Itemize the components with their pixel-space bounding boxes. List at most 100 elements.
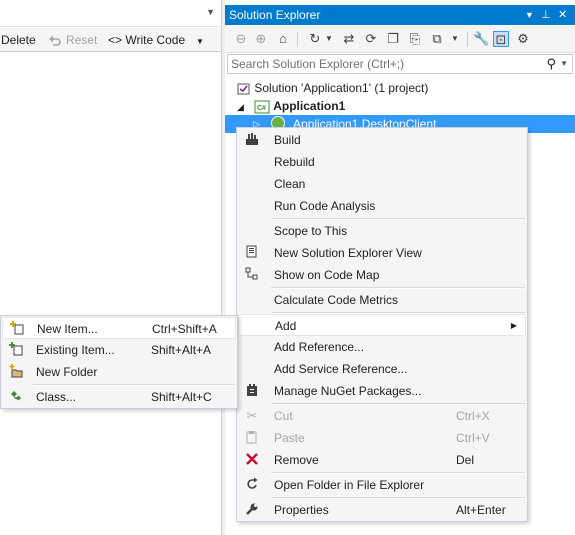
tab-dropdown-icon[interactable]: ▼ bbox=[206, 7, 215, 17]
forward-icon[interactable]: ⊕ bbox=[253, 31, 269, 47]
build-icon bbox=[243, 132, 261, 148]
submenu-item-label: Class... bbox=[36, 390, 77, 404]
menu-item-label: Open Folder in File Explorer bbox=[274, 478, 425, 492]
preview-selected-icon[interactable]: ⊡ bbox=[493, 31, 509, 47]
svg-text:C#: C# bbox=[257, 105, 266, 112]
pin-icon[interactable]: ⊥ bbox=[541, 5, 551, 25]
menu-item-label: Scope to This bbox=[274, 224, 348, 238]
undo-icon bbox=[49, 35, 61, 46]
submenu-item-label: Existing Item... bbox=[36, 343, 115, 357]
csharp-project-icon: C# bbox=[254, 100, 270, 114]
submenu-item-shortcut: Shift+Alt+C bbox=[151, 390, 212, 404]
menu-item-label: Remove bbox=[274, 453, 319, 467]
menu-item-label: Add Service Reference... bbox=[274, 362, 408, 376]
menu-item-label: Manage NuGet Packages... bbox=[274, 384, 422, 398]
refresh-icon[interactable]: ⟳ bbox=[363, 31, 379, 47]
close-icon[interactable]: ✕ bbox=[558, 5, 567, 25]
menu-item-cut[interactable]: ✂ Cut Ctrl+X bbox=[238, 405, 526, 427]
editor-pane: ▼ Delete Reset <> Write Code ▼ bbox=[0, 0, 221, 535]
menu-item-shortcut: Del bbox=[456, 453, 475, 467]
menu-item-open-folder-in-file-explorer[interactable]: Open Folder in File Explorer bbox=[238, 474, 526, 496]
menu-item-shortcut: Ctrl+V bbox=[456, 431, 490, 445]
context-menu: Build Rebuild Clean Run Code Analysis Sc… bbox=[236, 127, 528, 522]
solution-explorer-title-bar: Solution Explorer ▼ ⊥ ✕ bbox=[225, 5, 575, 25]
submenu-item-label: New Folder bbox=[36, 365, 98, 379]
tree-item-solution[interactable]: Solution 'Application1' (1 project) bbox=[237, 79, 428, 97]
menu-item-label: Add Reference... bbox=[274, 340, 365, 354]
copy-icon[interactable]: ⧉ bbox=[429, 31, 445, 47]
class-icon bbox=[7, 389, 25, 405]
menu-item-label: Clean bbox=[274, 177, 306, 191]
menu-item-shortcut: Alt+Enter bbox=[456, 503, 506, 517]
pending-changes-icon[interactable]: ⇄ bbox=[341, 31, 357, 47]
submenu-item-shortcut: Ctrl+Shift+A bbox=[152, 322, 217, 336]
submenu-item-shortcut: Shift+Alt+A bbox=[151, 343, 212, 357]
menu-item-remove[interactable]: Remove Del bbox=[238, 449, 526, 471]
new-folder-icon bbox=[7, 364, 25, 380]
toolbar-overflow-icon[interactable]: ▼ bbox=[196, 34, 204, 50]
nuget-icon bbox=[243, 383, 261, 399]
menu-item-label: New Solution Explorer View bbox=[274, 246, 422, 260]
show-all-files-icon[interactable]: ⎘ bbox=[407, 31, 423, 47]
solution-icon bbox=[237, 83, 250, 95]
code-map-icon bbox=[243, 267, 261, 283]
submenu-item-existing-item[interactable]: Existing Item... Shift+Alt+A bbox=[2, 339, 236, 361]
menu-item-label: Paste bbox=[274, 431, 305, 445]
menu-item-label: Show on Code Map bbox=[274, 268, 380, 282]
menu-item-label: Build bbox=[274, 133, 301, 147]
new-item-icon bbox=[8, 321, 26, 337]
delete-button[interactable]: Delete bbox=[1, 32, 36, 48]
reset-label: Reset bbox=[66, 33, 98, 47]
solution-label: Solution 'Application1' (1 project) bbox=[254, 81, 429, 95]
menu-item-scope-to-this[interactable]: Scope to This bbox=[238, 220, 526, 242]
back-icon[interactable]: ⊖ bbox=[233, 31, 249, 47]
submenu-item-new-folder[interactable]: New Folder bbox=[2, 361, 236, 383]
menu-item-label: Rebuild bbox=[274, 155, 315, 169]
home-icon[interactable]: ⌂ bbox=[275, 31, 291, 47]
search-icon[interactable]: ⚲ bbox=[546, 56, 556, 72]
collapse-all-icon[interactable]: ❐ bbox=[385, 31, 401, 47]
wrench-icon bbox=[243, 502, 261, 518]
menu-item-add[interactable]: Add ▶ bbox=[238, 314, 526, 336]
menu-item-calculate-code-metrics[interactable]: Calculate Code Metrics bbox=[238, 289, 526, 311]
editor-tab-strip: ▼ bbox=[0, 0, 221, 27]
code-map-toolbar-icon[interactable]: ⚙ bbox=[515, 31, 531, 47]
paste-icon bbox=[243, 430, 261, 446]
menu-item-label: Add bbox=[275, 319, 297, 333]
menu-item-paste[interactable]: Paste Ctrl+V bbox=[238, 427, 526, 449]
submenu-arrow-icon: ▶ bbox=[510, 321, 517, 330]
search-input[interactable] bbox=[228, 55, 528, 73]
menu-item-manage-nuget-packages[interactable]: Manage NuGet Packages... bbox=[238, 380, 526, 402]
menu-item-label: Calculate Code Metrics bbox=[274, 293, 399, 307]
properties-wrench-icon[interactable]: 🔧 bbox=[473, 31, 489, 47]
menu-item-properties[interactable]: Properties Alt+Enter bbox=[238, 499, 526, 521]
project-label: Application1 bbox=[273, 99, 346, 113]
more-dropdown-icon[interactable]: ▼ bbox=[447, 31, 463, 47]
remove-icon bbox=[243, 452, 261, 468]
expanded-arrow-icon[interactable]: ◢ bbox=[237, 98, 251, 116]
window-dropdown-icon[interactable]: ▼ bbox=[525, 5, 534, 25]
reset-button[interactable]: Reset bbox=[48, 32, 98, 48]
menu-item-add-service-reference[interactable]: Add Service Reference... bbox=[238, 358, 526, 380]
write-code-button[interactable]: <> Write Code bbox=[108, 32, 185, 48]
add-submenu: New Item... Ctrl+Shift+A Existing Item..… bbox=[0, 315, 238, 409]
search-options-dropdown-icon[interactable]: ▼ bbox=[560, 59, 568, 68]
menu-item-show-on-code-map[interactable]: Show on Code Map bbox=[238, 264, 526, 286]
menu-item-build[interactable]: Build bbox=[238, 129, 526, 151]
tree-item-project[interactable]: ◢ C# Application1 bbox=[237, 97, 345, 115]
submenu-item-label: New Item... bbox=[37, 322, 98, 336]
menu-item-new-solution-explorer-view[interactable]: New Solution Explorer View bbox=[238, 242, 526, 264]
submenu-item-class[interactable]: Class... Shift+Alt+C bbox=[2, 386, 236, 408]
submenu-item-new-item[interactable]: New Item... Ctrl+Shift+A bbox=[2, 317, 236, 339]
solution-explorer-toolbar: ⊖ ⊕ ⌂ ↻ ▼ ⇄ ⟳ ❐ ⎘ ⧉ ▼ 🔧 ⊡ ⚙ bbox=[225, 26, 575, 53]
menu-item-clean[interactable]: Clean bbox=[238, 173, 526, 195]
editor-toolbar: Delete Reset <> Write Code ▼ bbox=[0, 28, 221, 52]
menu-item-shortcut: Ctrl+X bbox=[456, 409, 490, 423]
sync-dropdown-icon[interactable]: ▼ bbox=[321, 31, 337, 47]
cut-icon: ✂ bbox=[246, 408, 258, 423]
search-box: ⚲ ▼ bbox=[227, 54, 573, 74]
new-view-icon bbox=[243, 245, 261, 261]
menu-item-rebuild[interactable]: Rebuild bbox=[238, 151, 526, 173]
menu-item-run-code-analysis[interactable]: Run Code Analysis bbox=[238, 195, 526, 217]
menu-item-add-reference[interactable]: Add Reference... bbox=[238, 336, 526, 358]
